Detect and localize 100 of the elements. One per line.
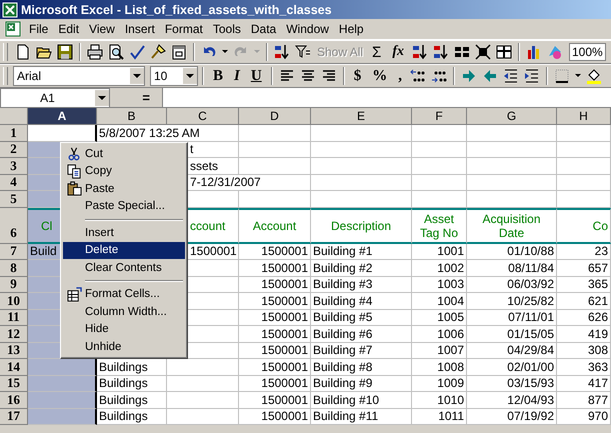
table-cell[interactable]: Buildings <box>97 408 167 425</box>
bold-button[interactable]: B <box>208 66 228 86</box>
menu-item[interactable]: View <box>84 20 120 38</box>
table-cell[interactable] <box>28 376 97 392</box>
table-cell[interactable]: 12/04/93 <box>467 392 557 408</box>
table-cell[interactable]: 01/15/05 <box>467 326 557 342</box>
function-button[interactable]: fx <box>387 42 409 62</box>
print-icon[interactable] <box>85 44 105 60</box>
table-cell[interactable]: Account <box>239 208 311 244</box>
table-cell[interactable]: 1500001 <box>239 260 311 276</box>
table-cell[interactable]: 04/29/84 <box>467 342 557 359</box>
row-header[interactable]: 6 <box>0 208 28 244</box>
column-header[interactable]: G <box>467 108 557 125</box>
table-cell[interactable]: 1008 <box>412 359 467 376</box>
table-cell[interactable] <box>28 408 97 425</box>
row-header[interactable]: 16 <box>0 392 28 408</box>
table-cell[interactable]: 363 <box>557 359 611 376</box>
menu-item[interactable]: Delete <box>63 242 185 259</box>
row-header[interactable]: 12 <box>0 326 28 342</box>
table-cell[interactable]: 365 <box>557 276 611 293</box>
font-dropdown[interactable]: Arial <box>13 66 145 86</box>
table-cell[interactable]: 417 <box>557 376 611 392</box>
name-box[interactable]: A1 <box>0 88 110 108</box>
row-header[interactable]: 17 <box>0 408 28 425</box>
table-cell[interactable]: 1500001 <box>239 359 311 376</box>
column-header[interactable]: H <box>557 108 611 125</box>
underline-button[interactable]: U <box>246 66 267 86</box>
row-header[interactable]: 2 <box>0 142 28 158</box>
table-cell[interactable]: 419 <box>557 326 611 342</box>
table-cell[interactable]: Asset Tag No <box>412 208 467 244</box>
menu-item[interactable]: Column Width... <box>63 303 185 320</box>
menu-item[interactable]: Format <box>160 20 208 38</box>
table-cell[interactable]: Building #8 <box>311 359 412 376</box>
table-cell[interactable]: 1500001 <box>239 392 311 408</box>
table-cell[interactable]: 657 <box>557 260 611 276</box>
row-header[interactable]: 7 <box>0 244 28 260</box>
table-cell[interactable]: Description <box>311 208 412 244</box>
row-header[interactable]: 4 <box>0 174 28 191</box>
row-header[interactable]: 14 <box>0 359 28 376</box>
menu-item[interactable]: Window <box>281 20 334 38</box>
table-cell[interactable]: 1500001 <box>239 326 311 342</box>
formula-field[interactable] <box>162 88 611 107</box>
menu-item[interactable]: Tools <box>208 20 246 38</box>
caret-icon[interactable] <box>574 74 581 78</box>
table-cell[interactable]: 1500001 <box>239 310 311 326</box>
italic-button[interactable]: I <box>229 66 245 86</box>
menu-item[interactable]: Edit <box>53 20 84 38</box>
table-cell[interactable]: Building #6 <box>311 326 412 342</box>
column-header[interactable]: E <box>311 108 412 125</box>
table-cell[interactable]: 308 <box>557 342 611 359</box>
table-cell[interactable]: 877 <box>557 392 611 408</box>
table-cell[interactable]: 1500001 <box>239 376 311 392</box>
table-cell[interactable]: 08/11/84 <box>467 260 557 276</box>
table-cell[interactable]: 1500001 <box>239 293 311 310</box>
table-cell[interactable]: Building #5 <box>311 310 412 326</box>
row-header[interactable]: 3 <box>0 158 28 174</box>
table-cell[interactable] <box>28 125 97 142</box>
table-cell[interactable]: 1006 <box>412 326 467 342</box>
table-cell[interactable]: 1500001 <box>239 342 311 359</box>
zoom-field[interactable]: 100% <box>568 43 606 61</box>
select-all-button[interactable] <box>0 108 28 125</box>
table-cell[interactable]: 1004 <box>412 293 467 310</box>
caret-icon[interactable] <box>222 50 228 54</box>
table-cell[interactable]: 01/10/88 <box>467 244 557 260</box>
table-cell[interactable]: 1500001 <box>239 276 311 293</box>
table-cell[interactable]: 02/01/00 <box>467 359 557 376</box>
table-cell[interactable]: Co <box>557 208 611 244</box>
table-cell[interactable] <box>28 359 97 376</box>
table-cell[interactable]: 1009 <box>412 376 467 392</box>
table-cell[interactable]: Building #11 <box>311 408 412 425</box>
menu-item[interactable]: Clear Contents <box>63 259 185 276</box>
font-size-dropdown[interactable]: 10 <box>150 66 198 86</box>
autosum-button[interactable]: Σ <box>367 42 386 62</box>
column-header[interactable]: C <box>167 108 239 125</box>
table-cell[interactable]: Building #4 <box>311 293 412 310</box>
table-cell[interactable]: 1003 <box>412 276 467 293</box>
row-header[interactable]: 10 <box>0 293 28 310</box>
table-cell[interactable]: 03/15/93 <box>467 376 557 392</box>
workbook-icon[interactable] <box>4 20 22 38</box>
table-cell[interactable]: Acquisition Date <box>467 208 557 244</box>
table-cell[interactable]: Building #10 <box>311 392 412 408</box>
save-icon[interactable] <box>55 44 75 60</box>
table-cell[interactable]: 1007 <box>412 342 467 359</box>
table-cell[interactable]: 23 <box>557 244 611 260</box>
row-header[interactable]: 13 <box>0 342 28 359</box>
table-cell[interactable]: Building #9 <box>311 376 412 392</box>
table-cell[interactable]: Buildings <box>97 376 167 392</box>
filter-icon[interactable] <box>293 44 313 60</box>
table-cell[interactable]: Building #7 <box>311 342 412 359</box>
table-cell[interactable]: 970 <box>557 408 611 425</box>
table-cell[interactable]: 1500001 <box>239 408 311 425</box>
table-cell[interactable] <box>28 392 97 408</box>
column-header[interactable]: B <box>97 108 167 125</box>
column-header[interactable]: F <box>412 108 467 125</box>
table-cell[interactable]: 07/19/92 <box>467 408 557 425</box>
row-header[interactable]: 15 <box>0 376 28 392</box>
table-cell[interactable]: 1002 <box>412 260 467 276</box>
menu-item[interactable]: File <box>24 20 54 38</box>
table-cell[interactable]: Building #1 <box>311 244 412 260</box>
table-cell[interactable]: 626 <box>557 310 611 326</box>
